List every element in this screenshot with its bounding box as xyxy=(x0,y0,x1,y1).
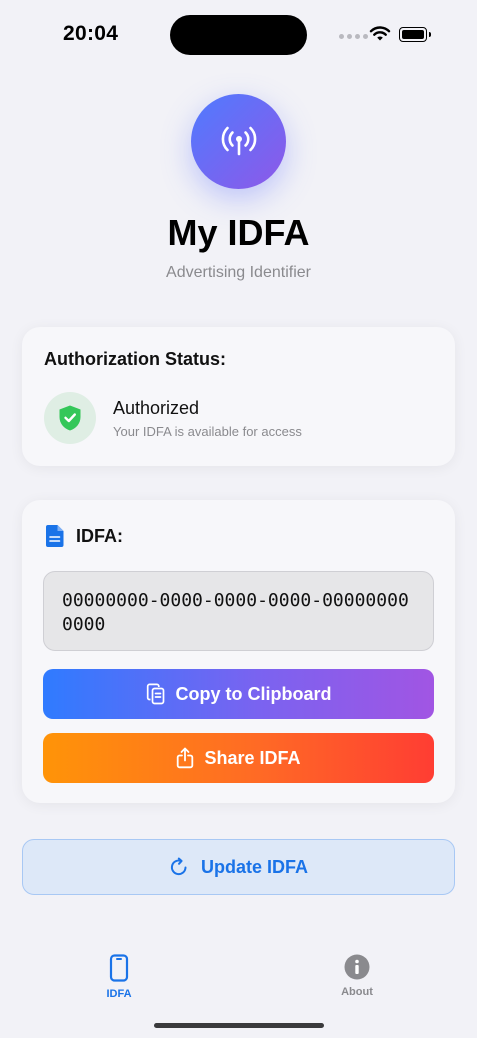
update-idfa-button[interactable]: Update IDFA xyxy=(22,839,455,895)
authorization-heading: Authorization Status: xyxy=(44,349,226,369)
tab-idfa-label: IDFA xyxy=(106,988,132,1000)
home-indicator xyxy=(154,1023,324,1028)
antenna-signal-icon xyxy=(191,94,286,189)
tab-about-label: About xyxy=(341,986,373,998)
wifi-icon xyxy=(369,26,391,41)
info-icon xyxy=(344,954,370,980)
authorization-detail: Your IDFA is available for access xyxy=(113,424,302,439)
share-button-label: Share IDFA xyxy=(204,747,301,768)
authorization-status: Authorized xyxy=(113,398,200,418)
shield-check-icon xyxy=(44,392,96,444)
share-icon xyxy=(177,747,194,769)
idfa-heading: IDFA: xyxy=(76,526,123,546)
battery-icon xyxy=(399,27,431,42)
page-title: My IDFA xyxy=(167,212,310,253)
update-button-label: Update IDFA xyxy=(200,856,308,877)
cellular-dots-icon xyxy=(339,34,368,39)
authorization-card xyxy=(22,327,455,466)
status-time: 20:04 xyxy=(63,22,119,45)
tab-idfa[interactable]: IDFA xyxy=(79,954,159,1000)
copy-button-label: Copy to Clipboard xyxy=(175,683,332,704)
page-subtitle: Advertising Identifier xyxy=(166,264,311,281)
dynamic-island xyxy=(170,15,307,55)
refresh-icon xyxy=(170,857,187,876)
copy-to-clipboard-button[interactable]: Copy to Clipboard xyxy=(43,669,434,719)
phone-icon xyxy=(109,954,129,982)
document-icon xyxy=(46,525,64,547)
idfa-value-field[interactable]: 00000000-0000-0000-0000-000000000000 xyxy=(43,571,434,651)
copy-icon xyxy=(146,683,164,705)
tab-about[interactable]: About xyxy=(317,954,397,998)
share-idfa-button[interactable]: Share IDFA xyxy=(43,733,434,783)
